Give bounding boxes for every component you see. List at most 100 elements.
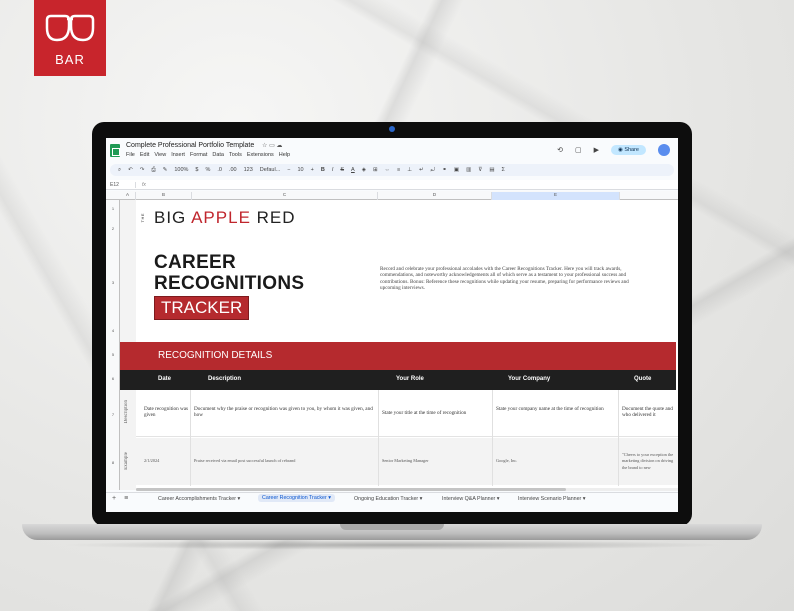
menu-view[interactable]: View [154, 152, 166, 158]
menu-extensions[interactable]: Extensions [247, 152, 274, 158]
header-description[interactable]: Description [208, 376, 241, 382]
decrease-decimal-button[interactable]: .0 [217, 167, 222, 173]
cell-desc-company[interactable]: State your company name at the time of r… [496, 406, 616, 412]
bold-button[interactable]: B [321, 167, 325, 173]
link-icon[interactable]: ⚭ [442, 167, 447, 173]
document-title[interactable]: Complete Professional Portfolio Template [126, 142, 254, 149]
comment-icon[interactable]: ▢ [575, 146, 582, 154]
fill-color-icon[interactable]: ◈ [362, 167, 366, 173]
tab-interview-qa[interactable]: Interview Q&A Planner ▾ [442, 496, 499, 502]
menu-data[interactable]: Data [212, 152, 224, 158]
percent-button[interactable]: % [205, 167, 210, 173]
menu-format[interactable]: Format [190, 152, 207, 158]
font-size-input[interactable]: 10 [298, 167, 304, 173]
sheets-icon[interactable] [110, 144, 120, 157]
rotate-icon[interactable]: ⤾ [431, 167, 436, 174]
header-quote[interactable]: Quote [634, 376, 651, 382]
row-header-7[interactable]: 7 [106, 412, 120, 417]
laptop-shadow [60, 540, 724, 550]
font-select[interactable]: Defaul... [260, 167, 280, 173]
comment-add-icon[interactable]: ▣ [454, 167, 459, 173]
cell-ex-company[interactable]: Google, Inc. [496, 458, 616, 464]
column-header-d[interactable]: D [378, 192, 492, 200]
number-format-button[interactable]: 123 [244, 167, 253, 173]
zoom-select[interactable]: 100% [174, 167, 188, 173]
row-header-2[interactable]: 2 [106, 226, 120, 231]
name-box[interactable]: E12 [106, 181, 136, 188]
tab-label: Interview Q&A Planner [442, 496, 496, 502]
tab-interview-scenario[interactable]: Interview Scenario Planner ▾ [518, 496, 585, 502]
row-header-1[interactable]: 1 [106, 206, 120, 211]
menu-tools[interactable]: Tools [229, 152, 242, 158]
column-header-c[interactable]: C [192, 192, 378, 200]
borders-icon[interactable]: ⊞ [373, 167, 378, 173]
functions-icon[interactable]: Σ [502, 167, 505, 173]
video-icon[interactable]: ▶ [594, 146, 599, 154]
row-header-5[interactable]: 5 [106, 352, 120, 357]
add-sheet-button[interactable]: + [112, 495, 116, 502]
wrap-icon[interactable]: ↵ [419, 167, 424, 173]
history-icon[interactable]: ⟲ [557, 146, 563, 154]
horizontal-scrollbar[interactable] [136, 488, 678, 491]
cloud-icon[interactable]: ☁ [276, 143, 282, 149]
cell-desc-description[interactable]: Document why the praise or recognition w… [194, 406, 376, 419]
tab-career-recognition[interactable]: Career Recognition Tracker ▾ [258, 494, 335, 502]
tab-label: Ongoing Education Tracker [354, 496, 419, 502]
cell-ex-date[interactable]: 2/1/2024 [144, 458, 190, 464]
header-date[interactable]: Date [158, 376, 171, 382]
undo-icon[interactable]: ↶ [128, 167, 133, 173]
cell-ex-description[interactable]: Praise received via email post successfu… [194, 458, 376, 464]
font-size-increase[interactable]: + [311, 167, 314, 173]
row-header-4[interactable]: 4 [106, 328, 120, 333]
column-header-e[interactable]: E [492, 192, 620, 200]
cell-desc-date[interactable]: Date recognition was given [144, 406, 190, 419]
folder-icon[interactable]: ▭ [269, 143, 275, 149]
align-icon[interactable]: ≡ [397, 167, 400, 173]
strikethrough-button[interactable]: S [340, 167, 344, 173]
row-header-3[interactable]: 3 [106, 280, 120, 285]
menu-file[interactable]: File [126, 152, 135, 158]
intro-text[interactable]: Record and celebrate your professional a… [380, 266, 630, 292]
filter-views-icon[interactable]: ▤ [489, 167, 494, 173]
column-header-b[interactable]: B [136, 192, 192, 200]
menu-help[interactable]: Help [279, 152, 290, 158]
sheet-tabs: + ≡ Career Accomplishments Tracker ▾ Car… [106, 492, 678, 506]
cell-ex-role[interactable]: Senior Marketing Manager [382, 458, 492, 464]
table-header-row: Date Description Your Role Your Company … [120, 370, 676, 390]
cell-desc-role[interactable]: State your title at the time of recognit… [382, 410, 492, 416]
tab-career-accomplishments[interactable]: Career Accomplishments Tracker ▾ [158, 496, 240, 502]
font-size-decrease[interactable]: − [287, 167, 290, 173]
tab-label: Interview Scenario Planner [518, 496, 582, 502]
section-title[interactable]: RECOGNITION DETAILS [120, 342, 676, 370]
menu-edit[interactable]: Edit [140, 152, 149, 158]
menu-insert[interactable]: Insert [171, 152, 185, 158]
avatar[interactable] [658, 144, 670, 156]
paint-format-icon[interactable]: ✎ [163, 167, 168, 173]
increase-decimal-button[interactable]: .00 [229, 167, 237, 173]
row-header-6[interactable]: 6 [106, 376, 120, 381]
share-button[interactable]: ◉ Share [610, 145, 646, 155]
logo-text: BAR [55, 52, 85, 67]
redo-icon[interactable]: ↷ [140, 167, 145, 173]
chart-icon[interactable]: ▥ [466, 167, 471, 173]
all-sheets-button[interactable]: ≡ [124, 495, 128, 502]
italic-button[interactable]: I [332, 167, 334, 173]
print-icon[interactable]: ⎙ [151, 167, 155, 174]
filter-icon[interactable]: ⊽ [478, 167, 482, 173]
row-label-description: Description [124, 400, 129, 424]
column-header-a[interactable]: A [120, 192, 136, 200]
cell-ex-quote[interactable]: "Cheers to your exception the marketing … [622, 452, 678, 472]
cell-desc-quote[interactable]: Document the quote and who delivered it [622, 406, 678, 420]
column-headers: A B C D E [106, 191, 678, 200]
star-icon[interactable]: ☆ [262, 143, 267, 149]
header-your-company[interactable]: Your Company [508, 376, 550, 382]
header-your-role[interactable]: Your Role [396, 376, 424, 382]
tab-ongoing-education[interactable]: Ongoing Education Tracker ▾ [354, 496, 422, 502]
valign-icon[interactable]: ⊥ [407, 167, 412, 173]
merge-icon[interactable]: ⇔ [385, 167, 391, 173]
search-icon[interactable]: ⌕ [118, 167, 121, 174]
text-color-button[interactable]: A [351, 167, 355, 173]
row-header-8[interactable]: 8 [106, 460, 120, 465]
scrollbar-thumb[interactable] [136, 488, 566, 491]
currency-button[interactable]: $ [195, 167, 198, 173]
